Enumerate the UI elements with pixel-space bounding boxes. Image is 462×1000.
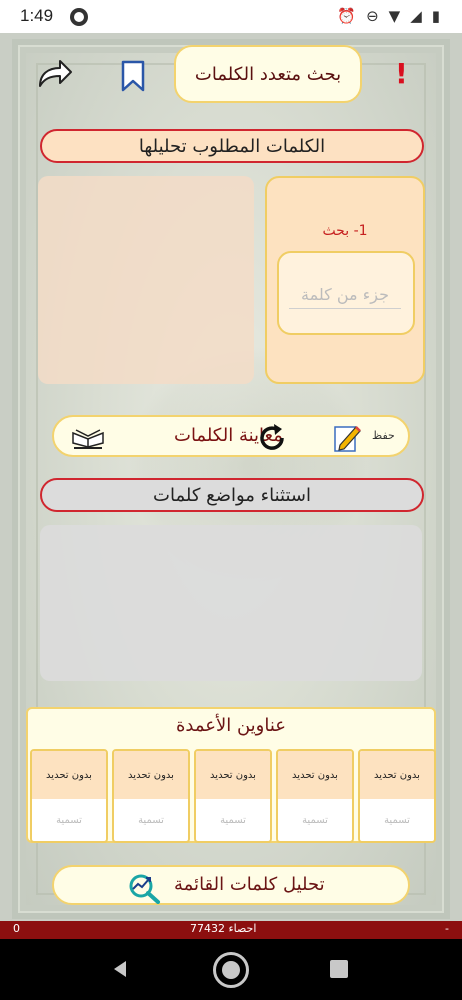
words-list-panel[interactable]	[38, 176, 254, 384]
wifi-icon: ▼	[388, 7, 401, 25]
analyze-list-label: تحليل كلمات القائمة	[174, 874, 325, 895]
signal-icon: ◢	[410, 7, 422, 25]
share-icon[interactable]	[34, 56, 74, 92]
preview-bar: معاينة الكلمات حفظ	[52, 415, 410, 457]
column-selector-5[interactable]: بدون تحديد تسمية	[30, 749, 108, 843]
exclude-section-header: استثناء مواضع كلمات	[40, 478, 424, 512]
nav-home-icon[interactable]	[213, 952, 249, 988]
system-nav-bar	[0, 939, 462, 1000]
column-type[interactable]: بدون تحديد	[278, 751, 352, 799]
analytics-search-icon	[129, 874, 160, 904]
column-selector-4[interactable]: بدون تحديد تسمية	[112, 749, 190, 843]
column-name-field[interactable]: تسمية	[196, 799, 270, 841]
exclude-list-panel[interactable]	[40, 525, 422, 681]
column-type[interactable]: بدون تحديد	[360, 751, 434, 799]
column-type[interactable]: بدون تحديد	[114, 751, 188, 799]
status-time: 1:49	[20, 6, 54, 25]
alarm-icon: ⏰	[337, 7, 357, 25]
column-name-field[interactable]: تسمية	[32, 799, 106, 841]
alert-icon[interactable]: !	[395, 57, 408, 90]
stats-right: -	[445, 922, 449, 935]
stats-bar: 0 احصاء 77432 -	[0, 921, 462, 939]
column-selector-3[interactable]: بدون تحديد تسمية	[194, 749, 272, 843]
columns-card: عناوين الأعمدة بدون تحديد تسمية بدون تحد…	[26, 707, 436, 843]
status-icons: ⏰ ⊖ ▼ ◢ ▮	[337, 7, 440, 25]
column-selector-1[interactable]: بدون تحديد تسمية	[358, 749, 436, 843]
refresh-icon[interactable]	[256, 422, 288, 454]
search-card: 1- بحث	[265, 176, 425, 384]
battery-icon: ▮	[431, 7, 440, 25]
column-type[interactable]: بدون تحديد	[196, 751, 270, 799]
words-section-header: الكلمات المطلوب تحليلها	[40, 129, 424, 163]
nav-back-icon[interactable]	[110, 959, 130, 979]
column-selector-2[interactable]: بدون تحديد تسمية	[276, 749, 354, 843]
app-notification-icon	[70, 8, 88, 26]
column-type[interactable]: بدون تحديد	[32, 751, 106, 799]
column-name-field[interactable]: تسمية	[278, 799, 352, 841]
stats-total: احصاء 77432	[190, 922, 257, 935]
do-not-disturb-icon: ⊖	[366, 7, 379, 25]
search-input-box	[277, 251, 415, 335]
edit-note-icon[interactable]	[332, 423, 364, 453]
nav-recents-icon[interactable]	[330, 960, 348, 978]
save-label[interactable]: حفظ	[372, 429, 395, 442]
analyze-list-button[interactable]: تحليل كلمات القائمة	[52, 865, 410, 905]
page-title: بحث متعدد الكلمات	[174, 45, 362, 103]
search-label: 1- بحث	[322, 223, 368, 239]
app-screen: بحث متعدد الكلمات ! الكلمات المطلوب تحلي…	[0, 33, 462, 921]
column-name-field[interactable]: تسمية	[114, 799, 188, 841]
search-input[interactable]	[289, 281, 401, 309]
column-name-field[interactable]: تسمية	[360, 799, 434, 841]
bookmark-icon[interactable]	[118, 60, 148, 92]
quran-book-icon[interactable]	[70, 425, 106, 449]
columns-title: عناوين الأعمدة	[175, 715, 287, 736]
status-bar: 1:49 ⏰ ⊖ ▼ ◢ ▮	[0, 0, 462, 33]
stats-count-left: 0	[13, 922, 20, 935]
